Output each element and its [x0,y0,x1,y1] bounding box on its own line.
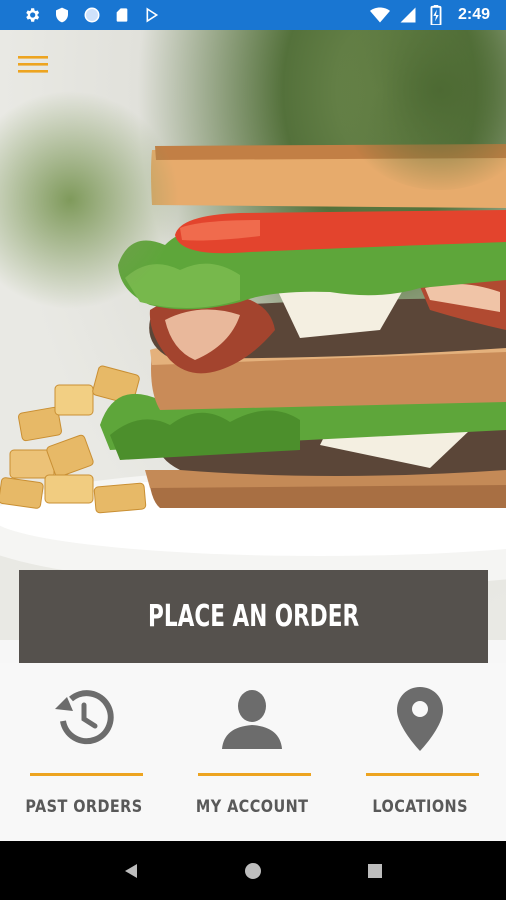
hamburger-menu-icon[interactable] [16,50,52,78]
past-orders-underline [30,773,143,776]
status-bar-right-icons: 2:49 [369,5,490,25]
settings-icon [22,5,42,25]
past-orders-label: PAST ORDERS [25,797,143,817]
place-order-button[interactable]: PLACE AN ORDER [19,570,488,663]
play-store-icon [142,5,162,25]
status-bar: 2:49 [0,0,506,30]
person-icon [219,685,285,755]
locations-label: LOCATIONS [372,797,468,817]
quick-nav: PAST ORDERS MY ACCOUNT LOCATIONS [0,663,506,841]
shield-icon [52,5,72,25]
recents-icon[interactable] [355,851,395,891]
wifi-icon [369,5,390,25]
hero-image [0,30,506,640]
place-order-label: PLACE AN ORDER [147,599,360,634]
status-bar-left-icons [22,5,162,25]
circle-icon [82,5,102,25]
my-account-label: MY ACCOUNT [195,797,309,817]
past-orders-tile[interactable]: PAST ORDERS [0,663,168,841]
my-account-underline [198,773,311,776]
locations-tile[interactable]: LOCATIONS [336,663,504,841]
my-account-tile[interactable]: MY ACCOUNT [168,663,336,841]
location-pin-icon [395,685,445,757]
system-nav-bar [0,841,506,900]
home-icon[interactable] [233,851,273,891]
locations-underline [366,773,479,776]
signal-icon [398,5,418,25]
sd-card-icon [112,5,132,25]
back-icon[interactable] [111,851,151,891]
history-icon [51,685,117,755]
battery-icon [426,5,446,25]
status-time: 2:49 [457,6,490,23]
